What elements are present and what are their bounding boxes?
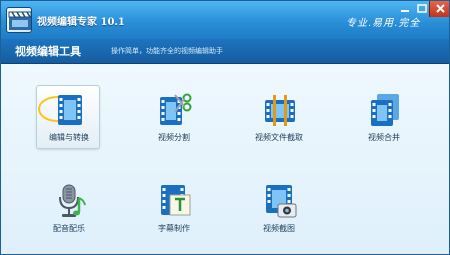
app-window: 视频编辑专家 10.1 专业.易用.完全 视频编辑工具 操作简单，功能齐全的视频… xyxy=(0,0,450,255)
film-camera-icon xyxy=(266,185,297,218)
title-bar[interactable]: 视频编辑专家 10.1 专业.易用.完全 xyxy=(1,1,449,39)
app-title: 视频编辑专家 10.1 xyxy=(37,17,125,28)
tool-label: 配音配乐 xyxy=(53,224,85,233)
tool-label: 视频文件截取 xyxy=(255,133,303,142)
film-text-icon xyxy=(161,185,191,216)
tools-panel: 编辑与转换 视频分割 视频文件截取 视频合并 配音配乐 字幕制作 视频截图 xyxy=(1,64,449,254)
close-button[interactable] xyxy=(429,1,449,17)
tool-label: 视频合并 xyxy=(368,133,400,142)
section-title: 视频编辑工具 xyxy=(15,45,81,58)
tool-label: 字幕制作 xyxy=(158,224,190,233)
tool-subtitle[interactable]: 字幕制作 xyxy=(141,176,205,240)
section-description: 操作简单，功能齐全的视频编辑助手 xyxy=(111,47,223,55)
tool-dub-music[interactable]: 配音配乐 xyxy=(36,176,100,240)
tool-edit-convert[interactable]: 编辑与转换 xyxy=(36,85,100,149)
tool-label: 视频截图 xyxy=(263,224,295,233)
tool-video-merge[interactable]: 视频合并 xyxy=(351,85,415,149)
film-trim-icon xyxy=(265,95,295,126)
tool-label: 编辑与转换 xyxy=(49,133,89,142)
microphone-music-icon xyxy=(59,184,86,217)
tool-video-trim[interactable]: 视频文件截取 xyxy=(246,85,310,149)
toolbar-header: 视频编辑工具 操作简单，功能齐全的视频编辑助手 xyxy=(1,39,449,64)
film-edit-icon xyxy=(58,95,82,125)
tool-screenshot[interactable]: 视频截图 xyxy=(246,176,310,240)
tool-video-split[interactable]: 视频分割 xyxy=(141,85,205,149)
film-merge-icon xyxy=(371,94,399,126)
app-logo-icon xyxy=(6,7,32,33)
film-scissors-icon xyxy=(160,93,192,125)
tool-label: 视频分割 xyxy=(158,133,190,142)
